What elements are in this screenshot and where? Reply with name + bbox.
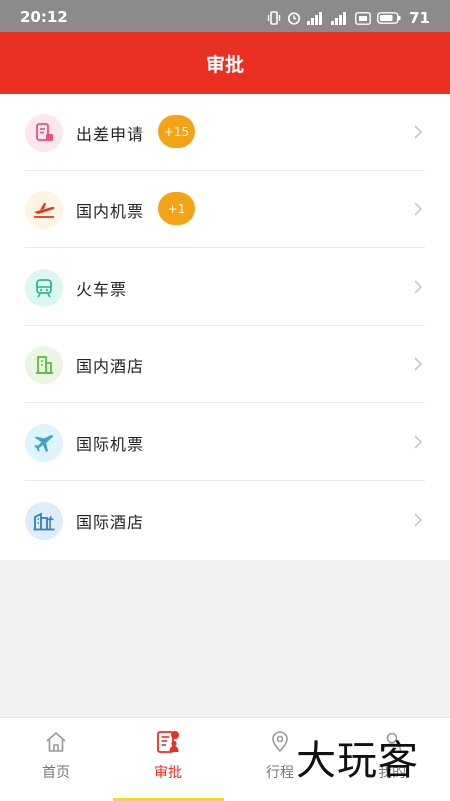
list-item-travel-application[interactable]: 出差申请 +15 — [0, 94, 450, 171]
battery-level: 71 — [409, 9, 430, 27]
battery-icon — [377, 12, 401, 24]
list-item-international-flight[interactable]: 国际机票 — [0, 404, 450, 481]
page-title: 审批 — [205, 53, 244, 76]
divider — [25, 480, 425, 481]
hd-icon — [355, 11, 372, 25]
signal-icon — [307, 11, 323, 25]
watermark-text: 大玩客 — [296, 738, 419, 784]
tab-label: 审批 — [154, 765, 182, 781]
count-badge: +15 — [158, 115, 195, 148]
international-hotel-icon — [25, 502, 63, 540]
chevron-right-icon — [414, 202, 423, 216]
list-item-label: 国内机票 — [76, 202, 145, 221]
list-item-label: 国际酒店 — [76, 513, 145, 532]
tab-label: 首页 — [42, 765, 70, 781]
count-badge: +1 — [158, 192, 195, 225]
list-item-label: 国内酒店 — [76, 357, 145, 376]
tab-approval[interactable]: 审批 — [112, 718, 224, 801]
chevron-right-icon — [414, 125, 423, 139]
app-header: 审批 — [0, 32, 450, 94]
alarm-icon — [288, 12, 301, 25]
list-item-international-hotel[interactable]: 国际酒店 — [0, 482, 450, 559]
tab-home[interactable]: 首页 — [0, 718, 112, 801]
list-item-domestic-flight[interactable]: 国内机票 +1 — [0, 171, 450, 248]
chevron-right-icon — [414, 357, 423, 371]
domestic-flight-icon — [25, 191, 63, 229]
domestic-hotel-icon — [25, 346, 63, 384]
chevron-right-icon — [414, 280, 423, 294]
signal-icon-2 — [331, 11, 347, 25]
vibrate-icon — [267, 11, 281, 25]
divider — [25, 247, 425, 248]
status-icons: 71 — [267, 9, 430, 27]
home-icon — [46, 731, 66, 752]
chevron-right-icon — [414, 435, 423, 449]
approval-icon — [157, 731, 179, 753]
list-item-train[interactable]: 火车票 — [0, 249, 450, 326]
chevron-right-icon — [414, 513, 423, 527]
list-item-label: 出差申请 — [76, 125, 145, 144]
status-bar: 20:12 71 — [0, 0, 450, 32]
list-item-label: 国际机票 — [76, 435, 145, 454]
travel-application-icon — [25, 114, 63, 152]
tab-label: 行程 — [266, 765, 294, 781]
train-icon — [25, 269, 63, 307]
list-item-label: 火车票 — [76, 280, 128, 299]
location-icon — [272, 731, 288, 753]
approval-list: 出差申请 +15 国内机票 +1 火车票 国内酒店 国际机票 国际酒店 — [0, 94, 450, 560]
divider — [25, 402, 425, 403]
status-time: 20:12 — [20, 8, 68, 26]
international-flight-icon — [25, 424, 63, 462]
list-item-domestic-hotel[interactable]: 国内酒店 — [0, 326, 450, 403]
